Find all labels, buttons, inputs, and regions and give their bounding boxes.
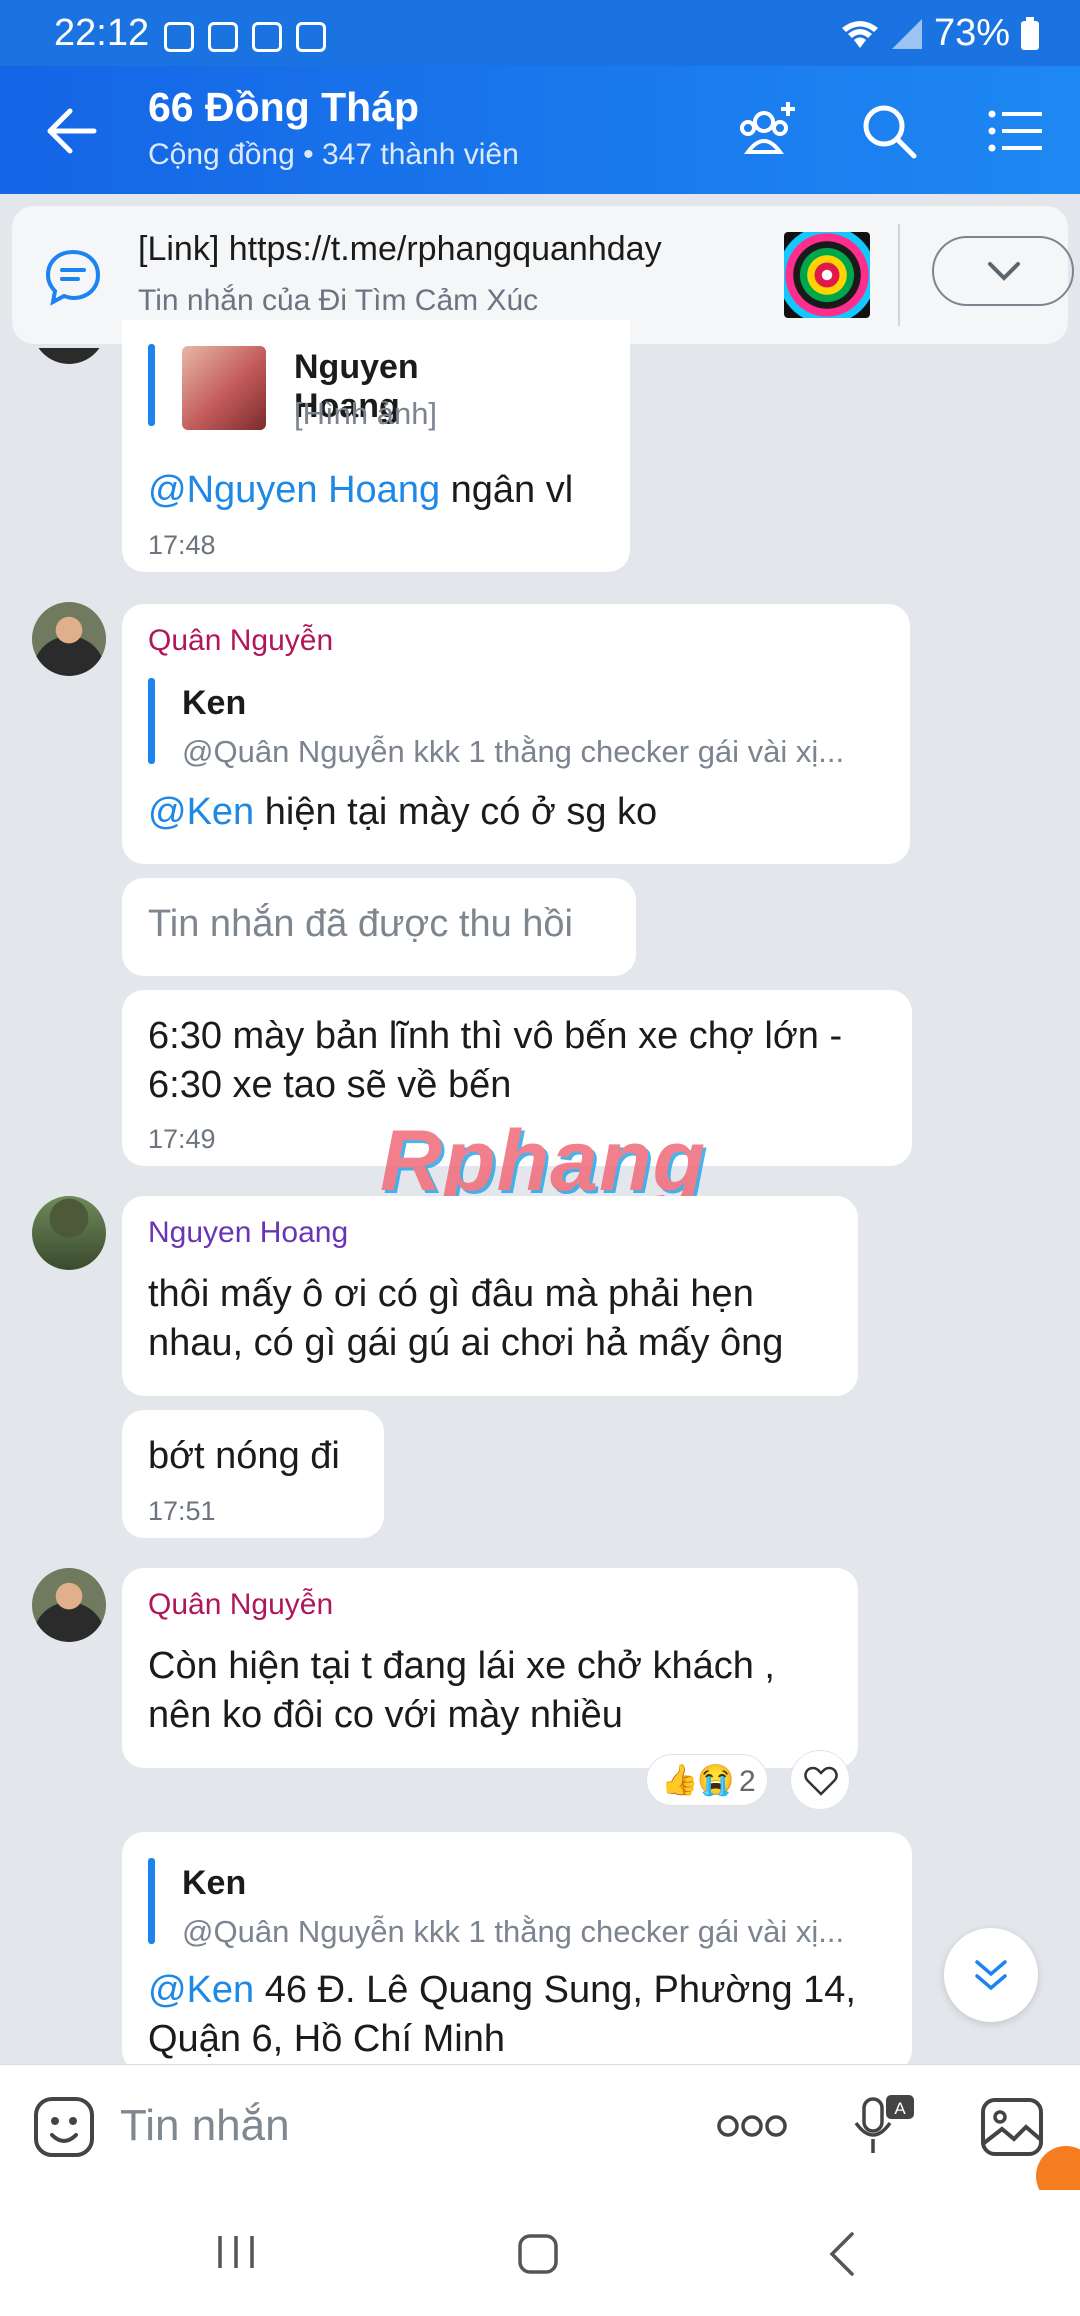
double-chevron-down-icon	[975, 1960, 1007, 1991]
quote-text: [Hình ảnh]	[294, 396, 438, 431]
message-time: 17:51	[148, 1496, 216, 1526]
sticker-icon[interactable]	[32, 2095, 96, 2159]
battery-percent: 73%	[933, 12, 1010, 54]
react-heart-button[interactable]	[790, 1750, 850, 1810]
quote-name: Ken	[182, 684, 247, 722]
message-line-1: thôi mấy ô ơi có gì đâu mà phải hẹn	[148, 1273, 754, 1315]
message-bubble[interactable]: Ken @Quân Nguyễn kkk 1 thằng checker gái…	[122, 1832, 912, 2072]
zalo-icon	[164, 22, 194, 52]
system-nav-bar	[0, 2190, 1080, 2316]
message-time: 17:49	[148, 1124, 216, 1154]
back-arrow-icon[interactable]	[36, 96, 106, 166]
message-bubble[interactable]: bớt nóng đi 17:51	[122, 1410, 384, 1538]
sender-name[interactable]: Nguyen Hoang	[148, 1216, 348, 1250]
notification-icons	[164, 22, 326, 52]
message-bubble[interactable]: Nguyen Hoang [Hình ảnh] @Nguyen Hoang ng…	[122, 320, 630, 572]
quote-name: Ken	[182, 1864, 247, 1902]
recent-apps-icon[interactable]	[214, 2232, 258, 2272]
image-picker-icon[interactable]	[980, 2097, 1044, 2157]
message-composer: Tin nhắn A	[0, 2064, 1080, 2191]
message-time: 17:48	[148, 530, 216, 560]
quote-text: @Quân Nguyễn kkk 1 thằng checker gái vài…	[182, 1914, 845, 1949]
pinned-thumbnail	[784, 232, 870, 318]
search-icon[interactable]	[854, 96, 924, 166]
home-icon[interactable]	[516, 2232, 560, 2276]
status-right: 73%	[840, 12, 1040, 55]
message-text: bớt nóng đi	[148, 1435, 340, 1477]
message-input[interactable]: Tin nhắn	[120, 2101, 290, 2151]
quote-image-thumbnail	[182, 346, 266, 430]
message-line-1: Còn hiện tại t đang lái xe chở khách ,	[148, 1645, 775, 1687]
message-bubble[interactable]: Quân Nguyễn Ken @Quân Nguyễn kkk 1 thằng…	[122, 604, 910, 864]
image-icon	[296, 22, 326, 52]
chat-header: 66 Đồng Tháp Cộng đồng • 347 thành viên	[0, 66, 1080, 194]
menu-list-icon[interactable]	[980, 96, 1050, 166]
message-text: @Ken hiện tại mày có ở sg ko	[148, 788, 657, 837]
crying-face-icon: 😭	[697, 1764, 735, 1797]
fan-icon	[208, 22, 238, 52]
quote-bar	[148, 678, 155, 764]
group-title[interactable]: 66 Đồng Tháp	[148, 84, 419, 131]
quote-text: @Quân Nguyễn kkk 1 thằng checker gái vài…	[182, 734, 845, 769]
status-bar: 22:12 73%	[0, 0, 1080, 66]
wifi-icon	[841, 20, 878, 48]
reaction-summary[interactable]: 👍 😭 2	[646, 1754, 768, 1806]
group-subtitle: Cộng đồng • 347 thành viên	[148, 138, 519, 171]
pinned-text: [Link] https://t.me/rphangquanhday	[138, 230, 662, 268]
recalled-message[interactable]: Tin nhắn đã được thu hồi	[122, 878, 636, 976]
scroll-to-bottom-button[interactable]	[944, 1928, 1038, 2022]
heart-icon	[804, 1766, 838, 1796]
svg-text:A: A	[894, 2099, 906, 2118]
battery-icon	[1021, 16, 1039, 50]
avatar[interactable]	[32, 1568, 106, 1642]
status-time: 22:12	[54, 12, 150, 54]
message-line-2: nhau, có gì gái gú ai chơi hả mấy ông	[148, 1322, 784, 1364]
message-body: 46 Đ. Lê Quang Sung, Phường 14,	[254, 1969, 856, 2011]
message-line-2: nên ko đôi co với mày nhiều	[148, 1694, 623, 1736]
pinned-subtext: Tin nhắn của Đi Tìm Cảm Xúc	[138, 284, 539, 317]
recalled-text: Tin nhắn đã được thu hồi	[148, 903, 573, 945]
quote-bar	[148, 1858, 155, 1944]
message-text: @Nguyen Hoang ngân vl	[148, 466, 573, 515]
mention[interactable]: @Ken	[148, 791, 254, 833]
message-line-1: 6:30 mày bản lĩnh thì vô bến xe chợ lớn …	[148, 1015, 843, 1057]
mention[interactable]: @Nguyen Hoang	[148, 469, 440, 511]
message-line-1: @Ken 46 Đ. Lê Quang Sung, Phường 14,	[148, 1966, 856, 2015]
thumbs-up-icon: 👍	[661, 1764, 699, 1797]
message-line-2: Quận 6, Hồ Chí Minh	[148, 2018, 505, 2060]
reaction-count: 2	[739, 1765, 756, 1798]
message-bubble[interactable]: Quân Nguyễn Còn hiện tại t đang lái xe c…	[122, 1568, 858, 1768]
message-bubble[interactable]: Nguyen Hoang thôi mấy ô ơi có gì đâu mà …	[122, 1196, 858, 1396]
lock-icon	[252, 22, 282, 52]
message-body: hiện tại mày có ở sg ko	[254, 791, 658, 833]
quote-bar	[148, 344, 155, 426]
message-body: ngân vl	[440, 469, 574, 511]
more-options-icon[interactable]	[716, 2111, 788, 2141]
sender-name[interactable]: Quân Nguyễn	[148, 1588, 333, 1622]
message-line-2: 6:30 xe tao sẽ về bến	[148, 1064, 512, 1106]
add-member-icon[interactable]	[732, 96, 802, 166]
sender-name[interactable]: Quân Nguyễn	[148, 624, 333, 658]
expand-pinned-button[interactable]	[932, 236, 1074, 306]
signal-icon	[891, 18, 922, 49]
mention[interactable]: @Ken	[148, 1969, 254, 2011]
avatar[interactable]	[32, 602, 106, 676]
voice-to-text-icon[interactable]: A	[852, 2093, 916, 2161]
back-icon[interactable]	[820, 2230, 864, 2278]
chat-bubble-icon	[45, 249, 101, 306]
chevron-down-icon	[988, 262, 1020, 281]
avatar[interactable]	[32, 1196, 106, 1270]
divider	[898, 224, 900, 326]
